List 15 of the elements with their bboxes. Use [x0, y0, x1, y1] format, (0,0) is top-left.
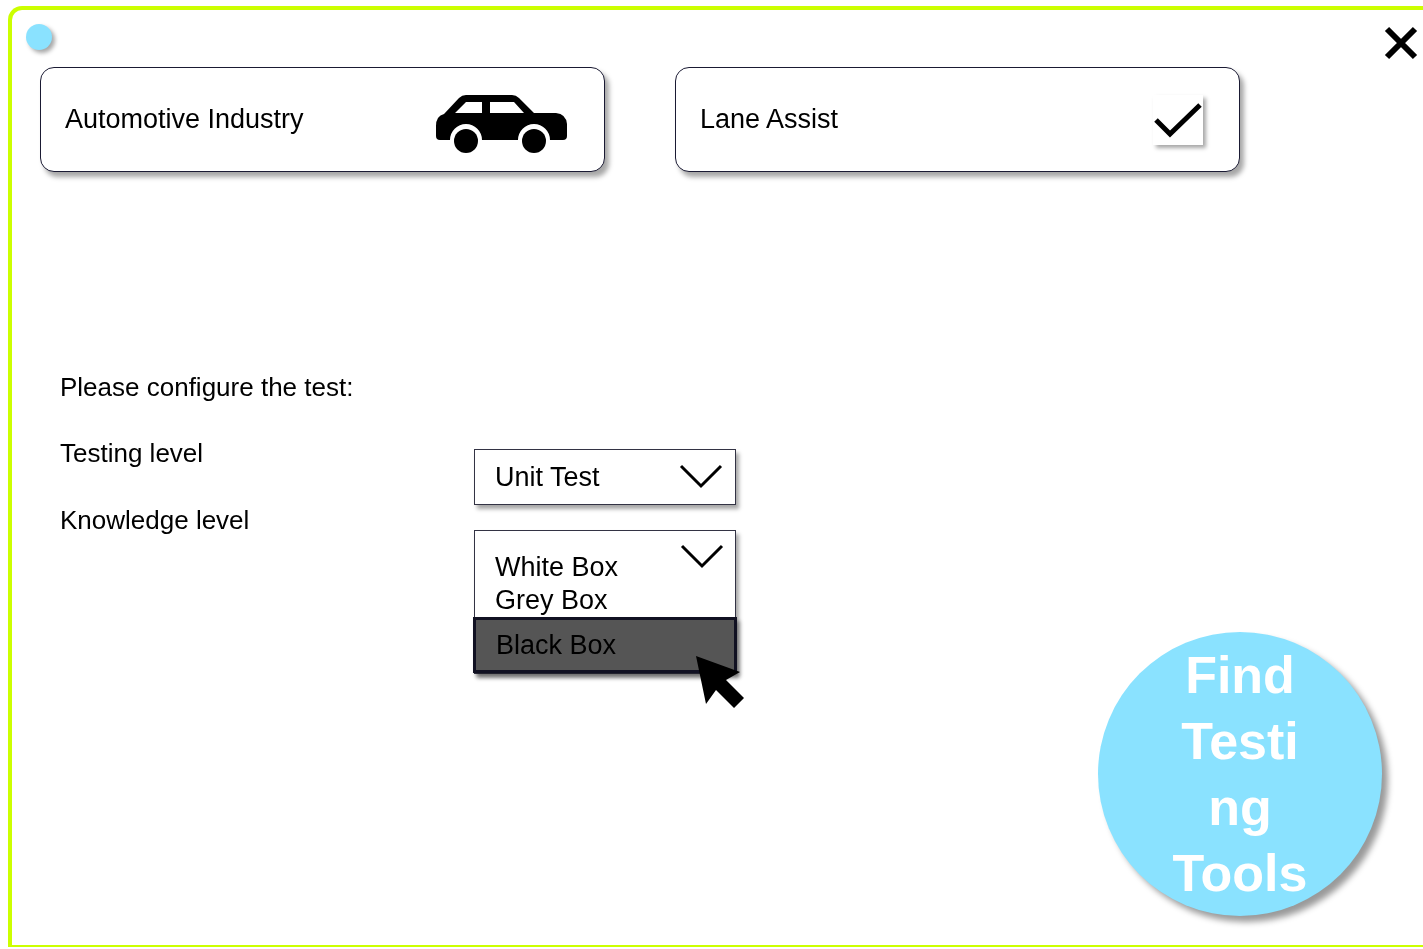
- field-label: Testing level: [60, 438, 205, 468]
- dropdown-option[interactable]: Grey Box: [475, 584, 735, 617]
- checkmark-icon: [1154, 101, 1202, 138]
- dropdown[interactable]: Unit Test: [474, 449, 736, 505]
- close-icon[interactable]: [1384, 26, 1418, 60]
- category-card[interactable]: Automotive Industry: [40, 67, 605, 172]
- chevron-down-icon: [679, 464, 723, 490]
- field-label: Knowledge level: [60, 505, 251, 535]
- prompt-text: Please configure the test:: [60, 372, 355, 402]
- checkbox[interactable]: [1153, 94, 1203, 145]
- dropdown-option[interactable]: White Box: [475, 551, 735, 584]
- chevron-down-icon: [680, 544, 724, 570]
- card-label: Automotive Industry: [65, 103, 304, 137]
- card-label: Lane Assist: [700, 103, 839, 137]
- category-card[interactable]: Lane Assist: [675, 67, 1240, 172]
